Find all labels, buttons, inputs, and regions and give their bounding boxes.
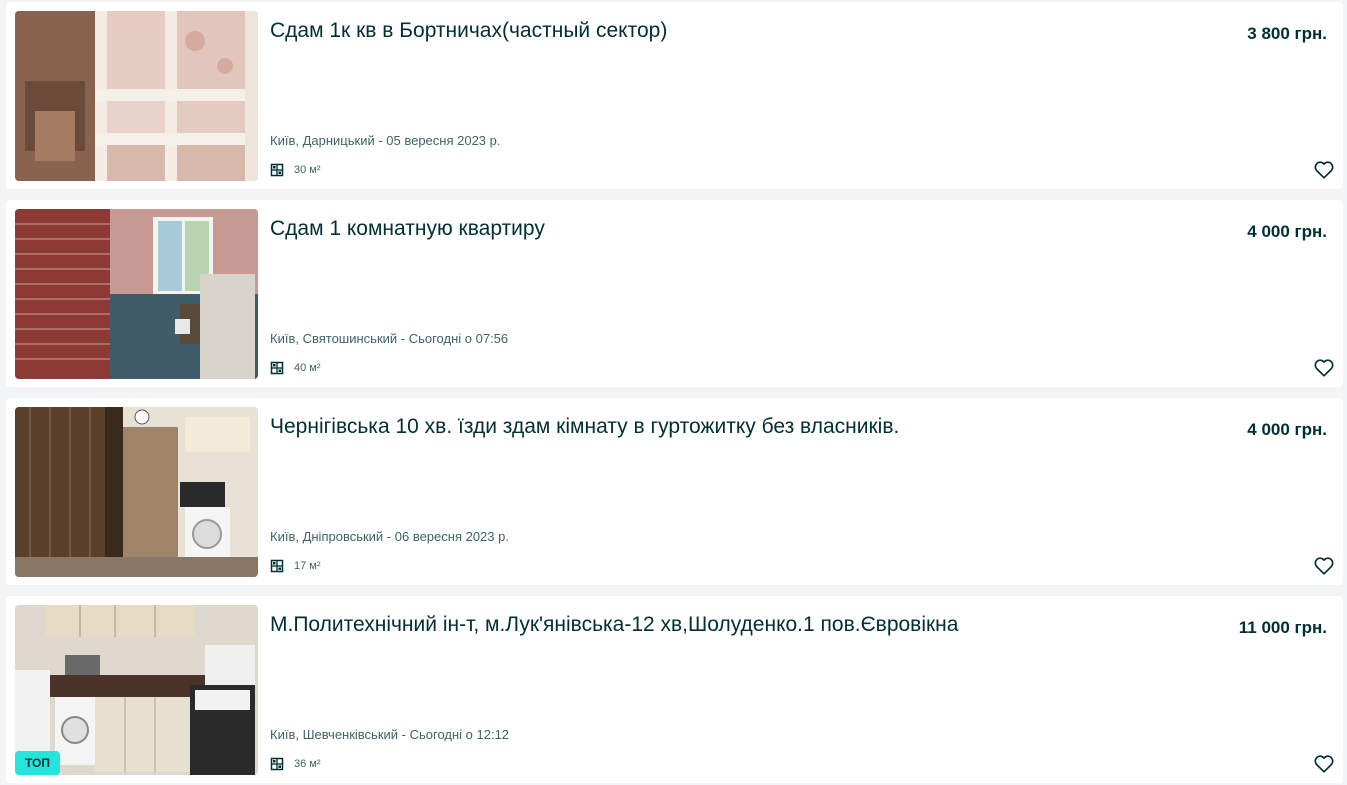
listing-title[interactable]: М.Политехнічний ін-т, м.Лук'янівська-12 … [270, 612, 958, 638]
listing-title[interactable]: Сдам 1к кв в Бортничах(частный сектор) [270, 18, 667, 44]
listing-area: 17 м² [270, 559, 321, 573]
heart-outline-icon[interactable] [1313, 357, 1335, 379]
listing-title[interactable]: Чернігівська 10 хв. їзди здам кімнату в … [270, 414, 899, 440]
floorplan-icon [270, 757, 284, 771]
listing-location-date: Київ, Дніпровський - 06 вересня 2023 р. [270, 529, 509, 544]
listing-card[interactable]: ТОП М.Политехнічний ін-т, м.Лук'янівська… [6, 596, 1343, 783]
listing-area-value: 17 м² [294, 560, 321, 572]
heart-outline-icon[interactable] [1313, 753, 1335, 775]
listing-location-date: Київ, Дарницький - 05 вересня 2023 р. [270, 133, 501, 148]
listing-location-date: Київ, Святошинський - Сьогодні о 07:56 [270, 331, 509, 346]
listing-area: 36 м² [270, 757, 321, 771]
listing-title[interactable]: Сдам 1 комнатную квартиру [270, 216, 545, 242]
listing-photo[interactable] [15, 209, 258, 379]
listing-location-date: Київ, Шевченківський - Сьогодні о 12:12 [270, 727, 510, 742]
listing-photo[interactable] [15, 407, 258, 577]
listing-area-value: 30 м² [294, 164, 321, 176]
listing-area-value: 36 м² [294, 758, 321, 770]
heart-outline-icon[interactable] [1313, 555, 1335, 577]
listing-area: 30 м² [270, 163, 321, 177]
listing-price: 4 000 грн. [1247, 222, 1327, 241]
floorplan-icon [270, 361, 284, 375]
listing-card[interactable]: Сдам 1к кв в Бортничах(частный сектор) 3… [6, 2, 1343, 189]
listing-area: 40 м² [270, 361, 321, 375]
heart-outline-icon[interactable] [1313, 159, 1335, 181]
listing-photo[interactable] [15, 605, 258, 775]
floorplan-icon [270, 559, 284, 573]
floorplan-icon [270, 163, 284, 177]
listing-area-value: 40 м² [294, 362, 321, 374]
listing-price: 3 800 грн. [1247, 24, 1327, 43]
listing-price: 4 000 грн. [1247, 420, 1327, 439]
listing-photo[interactable] [15, 11, 258, 181]
top-badge: ТОП [15, 751, 60, 775]
listing-price: 11 000 грн. [1238, 618, 1327, 637]
listing-card[interactable]: Сдам 1 комнатную квартиру 4 000 грн. Киї… [6, 200, 1343, 387]
listing-card[interactable]: Чернігівська 10 хв. їзди здам кімнату в … [6, 398, 1343, 585]
